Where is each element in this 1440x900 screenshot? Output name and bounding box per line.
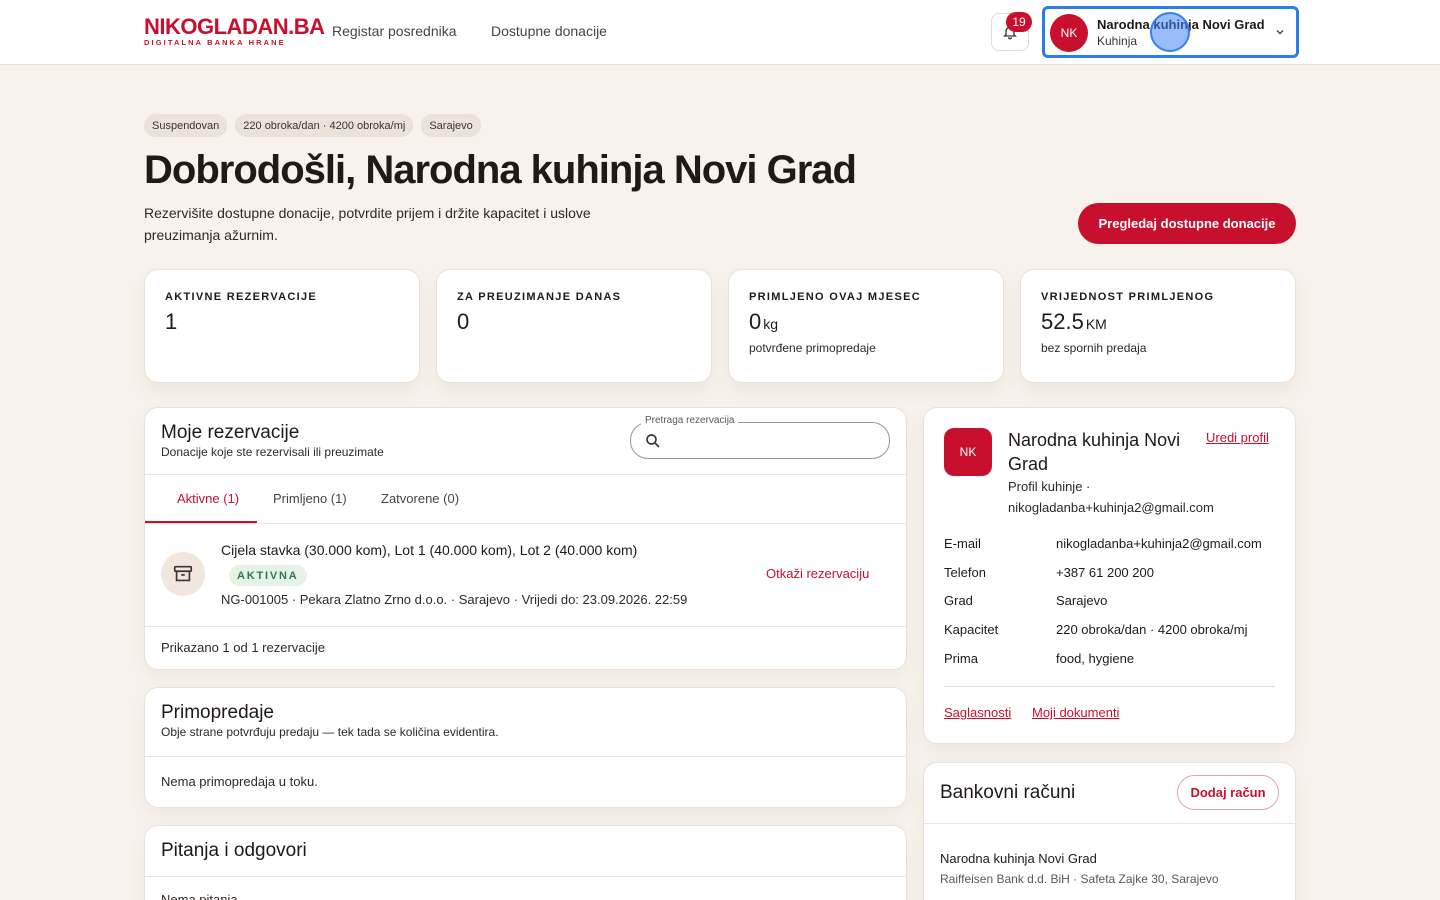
stat-label: PRIMLJENO OVAJ MJESEC [749, 291, 921, 303]
browse-donations-button[interactable]: Pregledaj dostupne donacije [1078, 203, 1296, 244]
reservations-subtitle: Donacije koje ste rezervisali ili preuzi… [161, 445, 384, 459]
reservation-meta: NG-001005 · Pekara Zlatno Zrno d.o.o. · … [221, 592, 688, 607]
stat-note: potvrđene primopredaje [749, 341, 876, 355]
edit-profile-link[interactable]: Uredi profil [1206, 430, 1269, 445]
status-badge: Suspendovan [144, 114, 228, 137]
list-item[interactable]: Cijela stavka (30.000 kom), Lot 1 (40.00… [145, 524, 906, 627]
bank-account-name: Narodna kuhinja Novi Grad [940, 851, 1097, 866]
reservation-title: Cijela stavka (30.000 kom), Lot 1 (40.00… [221, 542, 638, 558]
top-navigation-bar: NIKOGLADAN.BA DIGITALNA BANKA HRANE Regi… [0, 0, 1440, 65]
divider [145, 876, 906, 877]
status-pills: Suspendovan 220 obroka/dan · 4200 obroka… [144, 114, 481, 137]
stat-value: 0 kg [749, 309, 779, 334]
account-role: Kuhinja [1097, 34, 1138, 48]
tab-closed[interactable]: Zatvorene (0) [381, 491, 459, 506]
qa-card: Pitanja i odgovori Nema pitanja [144, 825, 907, 900]
archive-box-icon [173, 565, 193, 582]
nav-link-registry[interactable]: Registar posrednika [332, 23, 457, 39]
search-input[interactable] [671, 429, 871, 453]
status-badge: AKTIVNA [229, 565, 307, 586]
cancel-reservation-button[interactable]: Otkaži rezervaciju [766, 566, 869, 581]
my-documents-link[interactable]: Moji dokumenti [1032, 705, 1119, 720]
divider [924, 823, 1295, 824]
bank-accounts-card: Bankovni računi Dodaj račun Narodna kuhi… [923, 762, 1296, 900]
avatar: NK [1050, 14, 1088, 52]
stat-value: 52.5 KM [1041, 309, 1107, 334]
add-account-button[interactable]: Dodaj račun [1177, 775, 1279, 810]
handovers-subtitle: Obje strane potvrđuju predaju — tek tada… [161, 725, 499, 739]
reservation-tabs: Aktivne (1) Primljeno (1) Zatvorene (0) [145, 474, 906, 524]
stat-value: 0 [457, 309, 470, 334]
reservations-card: Moje rezervacije Donacije koje ste rezer… [144, 407, 907, 670]
handovers-empty-text: Nema primopredaja u toku. [161, 774, 318, 789]
qa-title: Pitanja i odgovori [161, 840, 307, 861]
handovers-title: Primopredaje [161, 702, 274, 723]
search-label: Pretraga rezervacija [641, 415, 739, 426]
stat-label: VRIJEDNOST PRIMLJENOG [1041, 291, 1215, 303]
profile-card: NK Narodna kuhinja Novi Grad Profil kuhi… [923, 407, 1296, 744]
stat-note: bez spornih predaja [1041, 341, 1147, 355]
cursor-indicator [1150, 12, 1190, 52]
stat-label: ZA PREUZIMANJE DANAS [457, 291, 622, 303]
handovers-card: Primopredaje Obje strane potvrđuju preda… [144, 687, 907, 808]
capacity-badge: 220 obroka/dan · 4200 obroka/mj [235, 114, 414, 137]
pagination-summary: Prikazano 1 od 1 rezervacije [161, 640, 326, 655]
city-badge: Sarajevo [421, 114, 481, 137]
stat-card-active-reservations: AKTIVNE REZERVACIJE 1 [144, 269, 420, 383]
page-subtitle: Rezervišite dostupne donacije, potvrdite… [144, 205, 591, 243]
logo-tagline: DIGITALNA BANKA HRANE [144, 38, 286, 47]
stat-card-received-month: PRIMLJENO OVAJ MJESEC 0 kg potvrđene prim… [728, 269, 1004, 383]
logo-wordmark: NIKOGLADAN.BA [144, 14, 325, 39]
tab-active[interactable]: Aktivne (1) [177, 491, 239, 506]
stat-card-received-value: VRIJEDNOST PRIMLJENOG 52.5 KM bez spornih… [1020, 269, 1296, 383]
reservations-title: Moje rezervacije [161, 422, 300, 443]
chevron-down-icon [1276, 30, 1284, 35]
profile-description: Profil kuhinje · nikogladanba+kuhinja2@g… [1008, 479, 1214, 515]
divider [944, 686, 1275, 687]
notification-count-badge: 19 [1006, 12, 1032, 32]
bank-account-meta: Raiffeisen Bank d.d. BiH · Safeta Zajke … [940, 872, 1219, 886]
tab-received[interactable]: Primljeno (1) [273, 491, 347, 506]
active-tab-indicator [145, 521, 257, 523]
brand-logo[interactable]: NIKOGLADAN.BA DIGITALNA BANKA HRANE [144, 14, 325, 48]
search-icon [646, 434, 660, 448]
qa-empty-text: Nema pitanja [161, 892, 238, 900]
consents-link[interactable]: Saglasnosti [944, 705, 1011, 720]
reservation-icon-wrap [161, 552, 205, 596]
stat-label: AKTIVNE REZERVACIJE [165, 291, 318, 303]
divider [145, 756, 906, 757]
nav-link-donations[interactable]: Dostupne donacije [491, 23, 607, 39]
bank-accounts-title: Bankovni računi [940, 782, 1076, 803]
stat-card-pickup-today: ZA PREUZIMANJE DANAS 0 [436, 269, 712, 383]
avatar: NK [944, 428, 992, 476]
profile-name: Narodna kuhinja Novi Grad [1008, 430, 1181, 474]
reservation-search-field[interactable]: Pretraga rezervacija [630, 415, 890, 459]
stat-value: 1 [165, 309, 178, 334]
page-title: Dobrodošli, Narodna kuhinja Novi Grad [144, 148, 857, 192]
